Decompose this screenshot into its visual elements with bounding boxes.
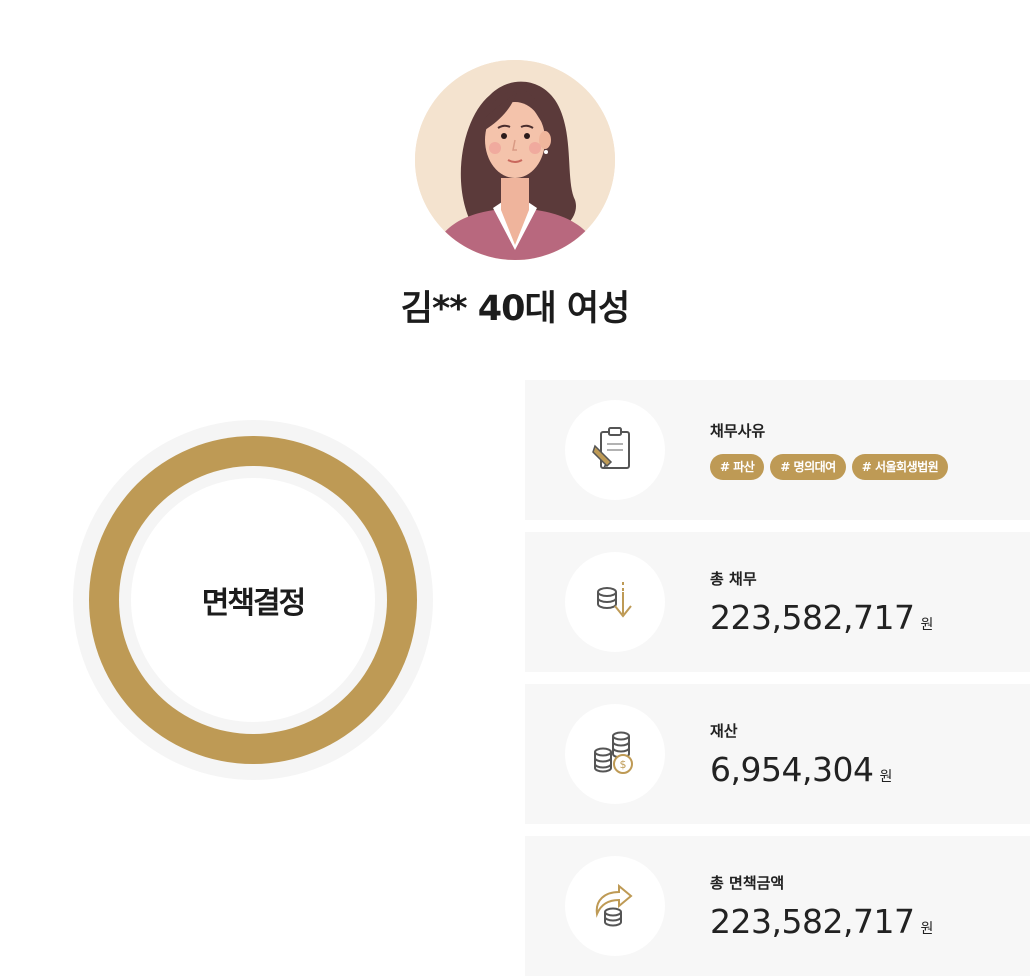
total-debt-amount: 223,582,717 원 — [710, 598, 933, 637]
debt-reason-tags: # 파산 # 명의대여 # 서울회생법원 — [710, 454, 949, 480]
result-ring-gold: 면책결정 — [89, 436, 417, 764]
debt-reason-label: 채무사유 — [710, 422, 766, 440]
result-ring: 면책결정 — [73, 420, 433, 780]
assets-value: 6,954,304 — [710, 750, 874, 789]
assets-label: 재산 — [710, 722, 738, 740]
total-discharged-label: 총 면책금액 — [710, 874, 785, 892]
assets-amount: 6,954,304 원 — [710, 750, 892, 789]
debt-reason-card: 채무사유 # 파산 # 명의대여 # 서울회생법원 — [525, 380, 1030, 520]
assets-unit: 원 — [879, 769, 893, 785]
total-debt-card: 총 채무 223,582,717 원 — [525, 532, 1030, 672]
clipboard-pencil-icon — [592, 427, 630, 469]
result-verdict: 면책결정 — [201, 586, 306, 621]
coins-down-arrow-icon — [597, 582, 632, 618]
coins-dollar-icon: $ — [594, 731, 633, 774]
coins-return-arrow-icon — [595, 883, 633, 927]
total-discharged-card: 총 면책금액 223,582,717 원 — [525, 836, 1030, 976]
tag-bankruptcy: # 파산 — [710, 454, 765, 480]
tag-name-lending: # 명의대여 — [770, 454, 846, 480]
svg-text:$: $ — [620, 758, 627, 771]
client-name: 김** 40대 여성 — [400, 289, 630, 329]
total-debt-unit: 원 — [920, 617, 934, 633]
total-discharged-value: 223,582,717 — [710, 902, 915, 941]
client-avatar — [415, 60, 615, 260]
total-debt-label: 총 채무 — [710, 570, 757, 588]
total-debt-value: 223,582,717 — [710, 598, 915, 637]
assets-card: $ 재산 6,954,304 원 — [525, 684, 1030, 824]
total-discharged-amount: 223,582,717 원 — [710, 902, 933, 941]
total-discharged-unit: 원 — [920, 921, 934, 937]
tag-seoul-court: # 서울회생법원 — [851, 454, 949, 480]
